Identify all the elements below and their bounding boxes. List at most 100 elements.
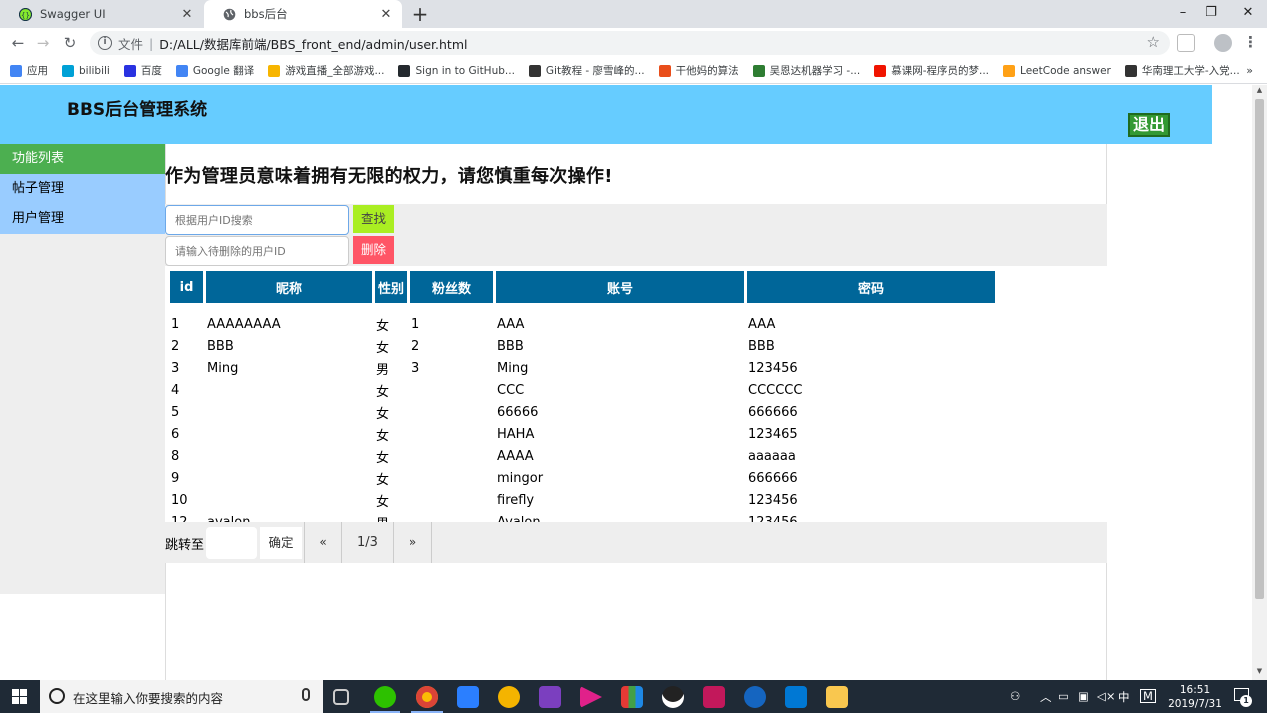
next-page-button[interactable]: » — [394, 522, 432, 563]
cell-id: 5 — [171, 405, 180, 420]
column-header-followers: 粉丝数 — [410, 271, 493, 303]
user-table: id 昵称 性别 粉丝数 账号 密码 1 AAAAAAAA 女 1 AAA AAA 2 BBB… — [167, 268, 998, 535]
tab-close-icon[interactable]: ✕ — [179, 7, 195, 22]
vscode-icon[interactable] — [785, 686, 807, 708]
bookmark-item[interactable]: LeetCode answer — [1003, 64, 1111, 77]
tab-close-icon[interactable]: ✕ — [378, 7, 394, 22]
confirm-jump-button[interactable]: 确定 — [260, 527, 302, 559]
app-icon-multicolor[interactable] — [621, 686, 643, 708]
qq-icon[interactable] — [662, 686, 684, 708]
reload-icon[interactable]: ↻ — [60, 33, 80, 53]
bookmark-star-icon[interactable]: ☆ — [1147, 33, 1160, 51]
bookmark-item[interactable]: 慕课网-程序员的梦... — [874, 63, 989, 78]
wechat-icon[interactable] — [374, 686, 396, 708]
volume-icon[interactable]: ◁× — [1097, 689, 1115, 703]
scroll-down-arrow-icon[interactable]: ▼ — [1252, 667, 1267, 679]
table-row: 8 女 AAAA aaaaaa — [170, 447, 995, 466]
cell-password: AAA — [748, 317, 776, 332]
taskbar-clock[interactable]: 16:51 2019/7/31 — [1165, 683, 1225, 711]
cell-nickname — [206, 403, 372, 422]
cell-nickname: AAAAAAAA — [207, 317, 281, 332]
logout-button[interactable]: 退出 — [1128, 113, 1170, 137]
visual-studio-icon[interactable] — [539, 686, 561, 708]
search-button[interactable]: 查找 — [353, 205, 394, 233]
scroll-up-arrow-icon[interactable]: ▲ — [1252, 86, 1267, 98]
bookmark-item[interactable]: 干他妈的算法 — [658, 63, 739, 78]
profile-avatar-icon[interactable] — [1214, 34, 1232, 52]
clock-date: 2019/7/31 — [1168, 698, 1222, 710]
bookmark-item[interactable]: Google 翻译 — [175, 63, 255, 78]
network-icon[interactable]: ▣ — [1078, 689, 1089, 703]
delete-user-id-input[interactable] — [165, 236, 349, 266]
file-scheme-label: 文件 — [118, 36, 144, 52]
user-table-area: id 昵称 性别 粉丝数 账号 密码 1 AAAAAAAA 女 1 AAA AAA 2 BBB… — [165, 266, 1107, 532]
bookmark-favicon-icon — [398, 64, 411, 77]
page-scrollbar[interactable]: ▲ ▼ — [1252, 85, 1267, 680]
info-icon[interactable]: i — [98, 36, 112, 50]
bookmark-favicon-icon — [1124, 64, 1137, 77]
bookmark-favicon-icon — [528, 64, 541, 77]
people-icon[interactable]: ⚇ — [1010, 689, 1020, 703]
app-icon-pink[interactable] — [580, 686, 602, 708]
bookmark-label: Google 翻译 — [192, 65, 255, 77]
jump-to-label: 跳转至 — [165, 538, 205, 553]
cell-followers: 2 — [411, 339, 420, 354]
prev-page-button[interactable]: « — [304, 522, 342, 563]
tray-expand-icon[interactable]: ︿ — [1040, 689, 1052, 705]
microphone-icon[interactable] — [302, 688, 310, 701]
sidebar-item-posts[interactable]: 帖子管理 — [0, 174, 165, 204]
menu-dots-icon[interactable]: ⋮ — [1243, 33, 1258, 51]
bookmark-item[interactable]: bilibili — [62, 64, 110, 77]
search-user-id-input[interactable] — [165, 205, 349, 235]
taskbar-search-box[interactable]: 在这里输入你要搜索的内容 — [40, 680, 323, 713]
bookmark-item[interactable]: 应用 — [10, 63, 48, 78]
task-view-icon[interactable] — [333, 689, 349, 705]
cell-password: 123456 — [748, 493, 798, 508]
svg-text:{}: {} — [21, 11, 30, 19]
cell-gender: 女 — [376, 495, 390, 510]
tab-swagger-ui[interactable]: {} Swagger UI ✕ — [0, 0, 203, 28]
sidebar-item-users[interactable]: 用户管理 — [0, 204, 165, 234]
restore-button[interactable]: ❐ — [1194, 0, 1228, 28]
word-app-icon[interactable] — [744, 686, 766, 708]
bookmark-item[interactable]: 吴恩达机器学习 -... — [752, 63, 860, 78]
intellij-icon[interactable] — [703, 686, 725, 708]
bookmark-item[interactable]: 华南理工大学-入党... — [1124, 63, 1240, 78]
windows-start-icon[interactable] — [12, 689, 27, 704]
file-explorer-icon[interactable] — [826, 686, 848, 708]
back-arrow-icon[interactable]: ← — [8, 33, 28, 53]
windows-taskbar: 在这里输入你要搜索的内容 ⚇ ︿ ▭ ▣ ◁× 中 M 16:51 2019/7… — [0, 680, 1267, 713]
bookmark-label: Sign in to GitHub... — [415, 64, 515, 77]
jump-page-input[interactable] — [206, 527, 257, 559]
bookmark-favicon-icon — [62, 64, 74, 77]
forward-arrow-icon[interactable]: → — [33, 33, 53, 53]
bookmark-item[interactable]: 游戏直播_全部游戏... — [268, 63, 384, 78]
scrollbar-thumb[interactable] — [1255, 99, 1264, 599]
chrome-icon[interactable] — [416, 686, 438, 708]
ime-icon[interactable]: M — [1140, 689, 1156, 703]
cell-nickname — [206, 469, 372, 488]
tab-bbs-admin[interactable]: bbs后台 ✕ — [204, 0, 402, 28]
clock-time: 16:51 — [1179, 684, 1211, 696]
bookmark-item[interactable]: 百度 — [123, 63, 162, 78]
bookmarks-overflow-icon[interactable]: » — [1246, 64, 1253, 77]
app-icon-blue[interactable] — [457, 686, 479, 708]
new-tab-button[interactable]: + — [408, 3, 432, 25]
close-window-button[interactable]: ✕ — [1231, 0, 1265, 28]
cell-id: 1 — [171, 317, 180, 332]
ime-mode-indicator[interactable]: 中 — [1118, 689, 1130, 705]
bookmark-item[interactable]: Sign in to GitHub... — [398, 64, 515, 77]
bookmark-label: bilibili — [79, 64, 110, 77]
bookmark-item[interactable]: Git教程 - 廖雪峰的... — [528, 63, 645, 78]
extension-icon[interactable] — [1177, 34, 1195, 52]
bookmark-label: LeetCode answer — [1020, 64, 1111, 77]
table-row: 9 女 mingor 666666 — [170, 469, 995, 488]
app-icon-yellow[interactable] — [498, 686, 520, 708]
delete-button[interactable]: 删除 — [353, 236, 394, 264]
url-text[interactable]: D:/ALL/数据库前端/BBS_front_end/admin/user.ht… — [159, 34, 467, 53]
cell-password: BBB — [748, 339, 775, 354]
cell-gender: 女 — [376, 319, 390, 334]
warning-heading: 作为管理员意味着拥有无限的权力，请您慎重每次操作! — [165, 166, 613, 187]
address-bar[interactable]: i 文件 | D:/ALL/数据库前端/BBS_front_end/admin/… — [90, 31, 1170, 55]
cell-nickname — [206, 425, 372, 444]
